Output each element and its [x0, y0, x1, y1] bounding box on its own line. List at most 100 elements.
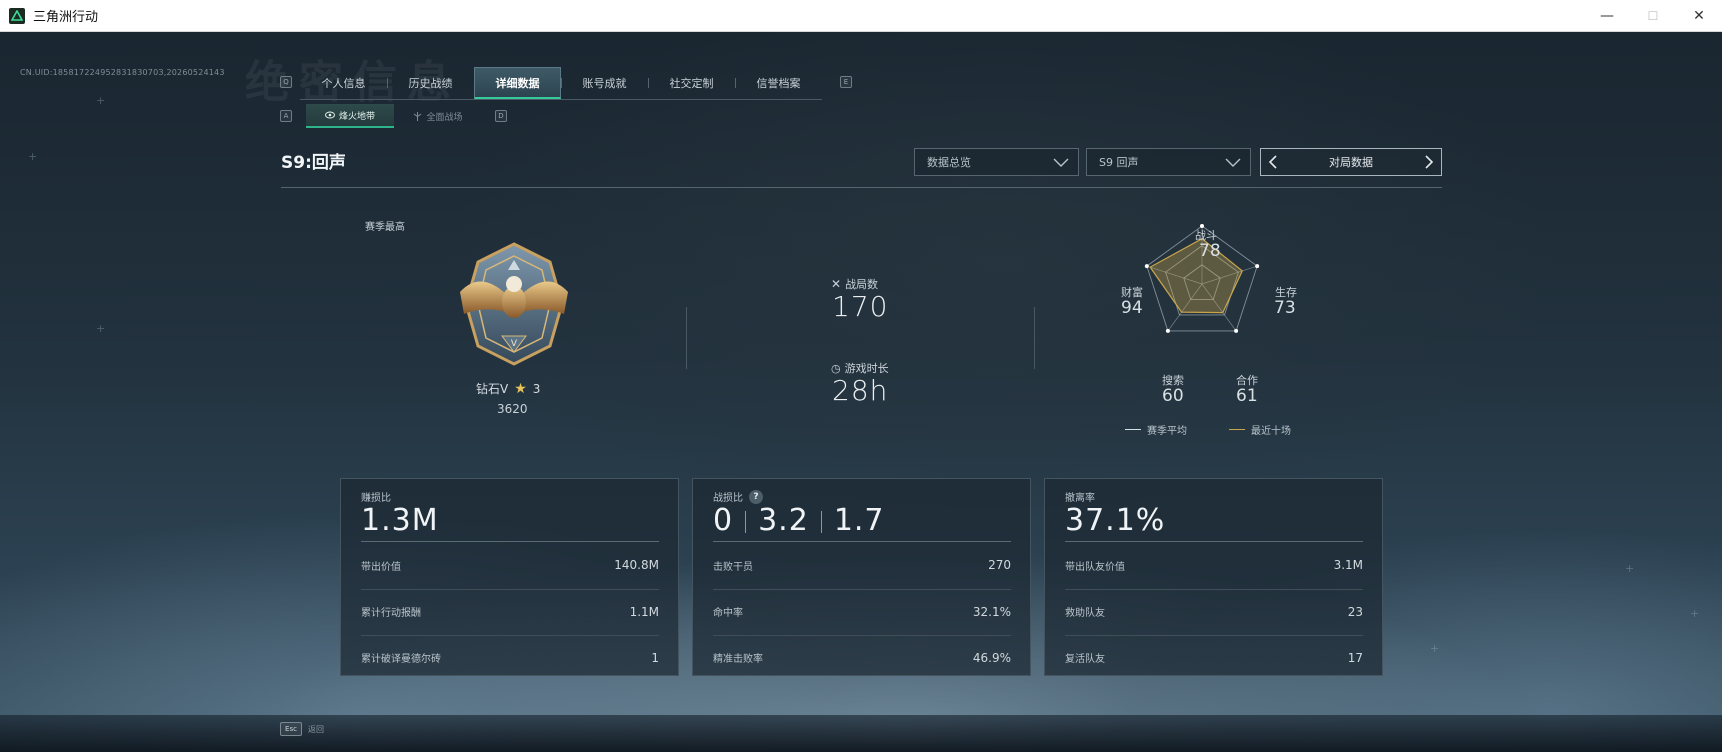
tab-3[interactable]: 账号成就 — [561, 67, 648, 99]
card-title: 赚损比 — [361, 489, 391, 504]
rank-score: 3620 — [497, 402, 528, 416]
player-uid: CN.UID:18581722495283183070З,20260524143 — [20, 68, 225, 77]
subtab-prev-key[interactable]: A — [280, 110, 292, 122]
row-label: 累计破译曼德尔砖 — [361, 654, 441, 665]
stat-row: 救助队友 23 — [1065, 589, 1363, 633]
tab-next-key[interactable]: E — [840, 76, 852, 88]
clock-icon: ◷ — [831, 361, 841, 375]
data-overview-dropdown[interactable]: 数据总览 — [914, 148, 1079, 176]
kd-card: 战损比 ? 0 3.2 1.7 击败干员 270 命中率 32.1% 精准击败率 46.9… — [692, 478, 1031, 676]
tab-4[interactable]: 社交定制 — [648, 67, 735, 99]
kd-ratios: 0 3.2 1.7 — [713, 503, 885, 538]
game-window: 三角洲行动 — ☐ ✕ + + + + + + CN.UID:185817224… — [0, 0, 1722, 752]
stat-row: 累计行动报酬 1.1M — [361, 589, 659, 633]
row-label: 击败干员 — [713, 561, 753, 573]
legend-recent: 最近十场 — [1229, 422, 1291, 437]
stat-row: 带出队友价值 3.1M — [1065, 543, 1363, 587]
battlefield-icon — [414, 111, 422, 121]
stat-row: 复活队友 17 — [1065, 635, 1363, 679]
tab-1[interactable]: 历史战绩 — [387, 67, 474, 99]
row-label: 命中率 — [713, 608, 743, 619]
card-title-text: 撤离率 — [1065, 493, 1095, 504]
row-label: 累计行动报酬 — [361, 608, 421, 619]
tab-5[interactable]: 信誉档案 — [735, 67, 822, 99]
card-value: 1.3M — [361, 503, 439, 538]
ratio-value: 1.7 — [833, 503, 885, 538]
tab-0[interactable]: 个人信息 — [300, 67, 387, 99]
rank-name-text: 钻石V — [476, 382, 509, 396]
header-divider — [281, 187, 1442, 188]
chevron-right-icon[interactable] — [1423, 154, 1435, 170]
window-title: 三角洲行动 — [33, 10, 99, 25]
card-divider — [713, 541, 1011, 542]
row-label: 带出价值 — [361, 561, 401, 573]
row-value: 23 — [1347, 604, 1363, 619]
radar-axis-value: 60 — [1162, 386, 1184, 406]
card-title-text: 赚损比 — [361, 493, 391, 504]
radar-vertex — [1165, 328, 1170, 333]
subtab-label: 全面战场 — [426, 112, 463, 123]
ratio-value: 0 — [713, 503, 734, 538]
row-value: 46.9% — [972, 650, 1011, 665]
minimize-button[interactable]: — — [1584, 0, 1630, 32]
stat-row: 累计破译曼德尔砖 1 — [361, 635, 659, 679]
tab-prev-key[interactable]: Q — [280, 76, 292, 88]
back-hint[interactable]: Esc 返回 — [280, 722, 324, 736]
dropdown-value: 数据总览 — [927, 156, 971, 169]
close-button[interactable]: ✕ — [1676, 0, 1722, 32]
legend-season-avg: 赛季平均 — [1125, 422, 1187, 437]
card-divider — [1065, 541, 1363, 542]
row-value: 1.1M — [629, 604, 659, 619]
back-label: 返回 — [308, 724, 324, 734]
subtab-battlefield[interactable]: 全面战场 — [394, 104, 482, 128]
decor-plus: + — [1430, 642, 1440, 655]
row-value: 3.1M — [1333, 558, 1363, 572]
ratio-divider — [745, 510, 747, 533]
playtime-value: 28h — [832, 374, 889, 407]
radar-axis-value: 78 — [1199, 241, 1221, 261]
extraction-card: 撤离率 37.1% 带出队友价值 3.1M 救助队友 23 复活队友 17 — [1044, 478, 1383, 676]
row-value: 270 — [988, 558, 1011, 572]
rank-stars: 3 — [532, 381, 541, 396]
row-label: 救助队友 — [1065, 608, 1105, 619]
chevron-left-icon[interactable] — [1267, 154, 1279, 170]
subtab-label: 烽火地带 — [338, 111, 375, 122]
maximize-button[interactable]: ☐ — [1630, 0, 1676, 32]
fire-zone-icon — [324, 111, 335, 119]
subtab-next-key[interactable]: D — [495, 110, 507, 122]
row-value: 17 — [1347, 650, 1363, 665]
game-content: + + + + + + CN.UID:18581722495283183070З… — [0, 32, 1722, 752]
subtab-fire-zone[interactable]: 烽火地带 — [306, 104, 394, 128]
star-icon: ★ — [514, 380, 527, 397]
radar-vertex — [1255, 264, 1260, 269]
stat-row: 带出价值 140.8M — [361, 543, 659, 587]
match-data-switch[interactable]: 对局数据 — [1260, 148, 1442, 176]
recent-line — [1229, 429, 1245, 430]
divider — [686, 307, 687, 369]
crossed-swords-icon: ✕ — [831, 277, 842, 291]
dropdown-value: S9 回声 — [1099, 156, 1139, 169]
season-dropdown[interactable]: S9 回声 — [1086, 148, 1251, 176]
help-icon[interactable]: ? — [749, 489, 763, 504]
mode-subtabs: 烽火地带 全面战场 — [306, 104, 482, 128]
svg-text:V: V — [511, 339, 518, 349]
esc-key[interactable]: Esc — [280, 722, 302, 736]
radar-axis-value: 73 — [1274, 298, 1296, 318]
decor-plus: + — [96, 94, 106, 107]
radar-axis-value: 61 — [1236, 386, 1258, 406]
row-label: 精准击败率 — [713, 654, 763, 665]
card-title-text: 战损比 — [713, 493, 743, 504]
season-high-label: 赛季最高 — [365, 222, 405, 233]
radar-axis-value: 94 — [1121, 298, 1143, 318]
card-title: 战损比 ? — [713, 489, 763, 504]
season-title: S9:回声 — [281, 153, 346, 173]
row-value: 140.8M — [614, 558, 659, 572]
tab-2[interactable]: 详细数据 — [474, 67, 561, 99]
radar-vertex — [1234, 328, 1239, 333]
stat-row: 命中率 32.1% — [713, 589, 1011, 633]
bottom-bar — [0, 715, 1722, 752]
diamond-rank-badge-icon: V — [460, 242, 568, 366]
rank-name: 钻石V ★ 3 — [476, 380, 540, 397]
season-avg-line — [1125, 429, 1141, 430]
legend-label: 赛季平均 — [1147, 426, 1187, 437]
